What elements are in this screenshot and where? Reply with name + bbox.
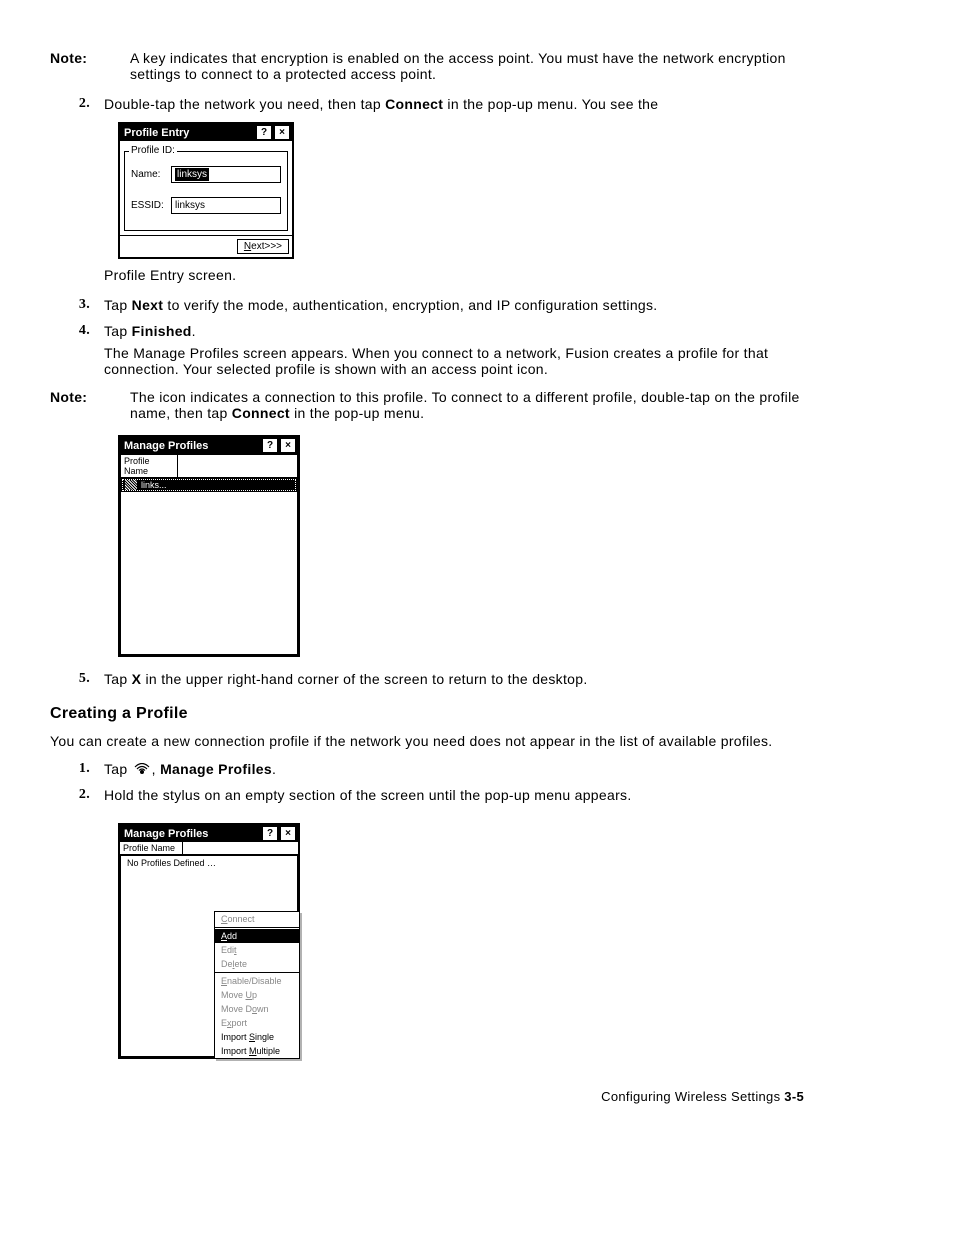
menu-import-multiple[interactable]: Import Multiple xyxy=(215,1044,299,1058)
titlebar: Manage Profiles ? × xyxy=(120,825,298,842)
step-2: 2. Double-tap the network you need, then… xyxy=(50,96,804,112)
page-number: 3-5 xyxy=(784,1089,804,1104)
text: Tap xyxy=(104,761,132,777)
text: Tap xyxy=(104,323,132,339)
text: . xyxy=(272,761,276,777)
step-4-para: The Manage Profiles screen appears. When… xyxy=(104,345,804,377)
note-connection: Note: The icon indicates a connection to… xyxy=(50,389,804,421)
connect-bold: Connect xyxy=(385,96,443,112)
step-text: Double-tap the network you need, then ta… xyxy=(104,96,804,112)
step-number: 2. xyxy=(50,96,104,112)
step-number: 5. xyxy=(50,671,104,687)
essid-input[interactable]: linksys xyxy=(171,197,281,214)
titlebar: Profile Entry ? × xyxy=(120,124,292,141)
name-label: Name: xyxy=(131,169,171,180)
next-button[interactable]: Next>>> xyxy=(237,239,289,254)
text: Tap xyxy=(104,671,132,687)
fieldset-legend: Profile ID: xyxy=(129,145,177,156)
no-profiles-text: No Profiles Defined … xyxy=(121,856,297,870)
window-title: Manage Profiles xyxy=(122,828,260,840)
page-footer: Configuring Wireless Settings 3-5 xyxy=(50,1089,804,1104)
help-icon[interactable]: ? xyxy=(262,438,278,453)
column-header: Profile Name xyxy=(121,455,178,477)
window-title: Manage Profiles xyxy=(122,440,260,452)
creating-profile-intro: You can create a new connection profile … xyxy=(50,733,804,749)
step-number: 1. xyxy=(50,761,104,777)
menu-move-down[interactable]: Move Down xyxy=(215,1002,299,1016)
menu-edit[interactable]: Edit xyxy=(215,943,299,957)
profile-name: links... xyxy=(141,480,167,490)
x-bold: X xyxy=(132,671,142,687)
menu-delete[interactable]: Delete xyxy=(215,957,299,971)
manage-profiles-bold: Manage Profiles xyxy=(160,761,272,777)
menu-enable-disable[interactable]: Enable/Disable xyxy=(215,974,299,988)
column-header: Profile Name xyxy=(120,842,183,854)
menu-move-up[interactable]: Move Up xyxy=(215,988,299,1002)
note-text: The icon indicates a connection to this … xyxy=(130,389,804,421)
text: to verify the mode, authentication, encr… xyxy=(163,297,657,313)
footer-text: Configuring Wireless Settings xyxy=(601,1089,784,1104)
next-bold: Next xyxy=(132,297,164,313)
text: Double-tap the network you need, then ta… xyxy=(104,96,385,112)
profile-entry-caption: Profile Entry screen. xyxy=(104,267,804,283)
menu-add[interactable]: Add xyxy=(215,929,299,943)
profile-row-selected[interactable]: links... xyxy=(121,478,297,492)
help-icon[interactable]: ? xyxy=(262,826,278,841)
step-text: Tap Next to verify the mode, authenticat… xyxy=(104,297,804,313)
menu-import-single[interactable]: Import Single xyxy=(215,1030,299,1044)
context-menu: Connect Add Edit Delete Enable/Disable M… xyxy=(214,911,300,1059)
step-number: 3. xyxy=(50,297,104,313)
note-label: Note: xyxy=(50,50,130,82)
creating-profile-heading: Creating a Profile xyxy=(50,705,804,723)
profile-id-fieldset: Profile ID: Name: linksys ESSID: linksys xyxy=(124,151,288,231)
wireless-icon xyxy=(134,763,150,777)
essid-label: ESSID: xyxy=(131,200,171,211)
create-step-2: 2. Hold the stylus on an empty section o… xyxy=(50,787,804,803)
step-text: Hold the stylus on an empty section of t… xyxy=(104,787,804,803)
step-text: Tap , Manage Profiles. xyxy=(104,761,804,777)
step-3: 3. Tap Next to verify the mode, authenti… xyxy=(50,297,804,313)
manage-profiles-screenshot-2: Manage Profiles ? × Profile Name No Prof… xyxy=(118,823,300,1059)
manage-profiles-screenshot-1: Manage Profiles ? × Profile Name links..… xyxy=(118,435,300,657)
help-icon[interactable]: ? xyxy=(256,125,272,140)
connect-bold: Connect xyxy=(232,405,290,421)
access-point-icon xyxy=(124,479,138,491)
step-text: Tap X in the upper right-hand corner of … xyxy=(104,671,804,687)
close-icon[interactable]: × xyxy=(280,826,296,841)
note-text: A key indicates that encryption is enabl… xyxy=(130,50,804,82)
step-number: 4. xyxy=(50,323,104,339)
text: . xyxy=(192,323,196,339)
profile-entry-screenshot: Profile Entry ? × Profile ID: Name: link… xyxy=(118,122,294,259)
menu-connect[interactable]: Connect xyxy=(215,912,299,926)
text: , xyxy=(152,761,160,777)
note-label: Note: xyxy=(50,389,130,421)
note-encryption: Note: A key indicates that encryption is… xyxy=(50,50,804,82)
text: Tap xyxy=(104,297,132,313)
close-icon[interactable]: × xyxy=(274,125,290,140)
close-icon[interactable]: × xyxy=(280,438,296,453)
u: N xyxy=(244,241,251,252)
window-title: Profile Entry xyxy=(122,127,254,139)
name-value: linksys xyxy=(175,168,209,181)
text: The icon indicates a connection to this … xyxy=(130,389,800,421)
step-5: 5. Tap X in the upper right-hand corner … xyxy=(50,671,804,687)
text: in the upper right-hand corner of the sc… xyxy=(141,671,587,687)
finished-bold: Finished xyxy=(132,323,192,339)
create-step-1: 1. Tap , Manage Profiles. xyxy=(50,761,804,777)
step-4: 4. Tap Finished. xyxy=(50,323,804,339)
text: in the pop-up menu. You see the xyxy=(443,96,658,112)
step-text: Tap Finished. xyxy=(104,323,804,339)
name-input[interactable]: linksys xyxy=(171,166,281,183)
step-number: 2. xyxy=(50,787,104,803)
text: in the pop-up menu. xyxy=(290,405,424,421)
menu-export[interactable]: Export xyxy=(215,1016,299,1030)
titlebar: Manage Profiles ? × xyxy=(120,437,298,454)
